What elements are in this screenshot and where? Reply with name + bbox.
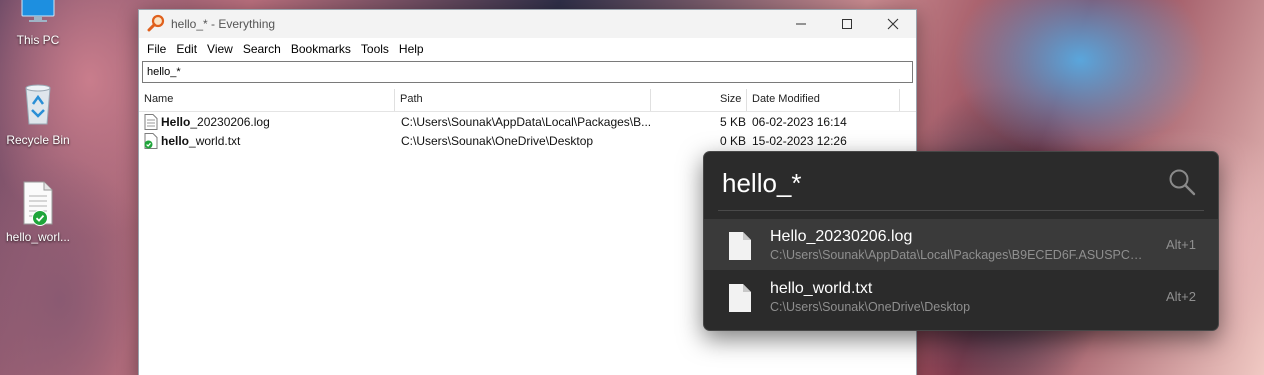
text-file-synced-icon (144, 133, 158, 152)
desktop-icon-label: This PC (16, 33, 60, 47)
desktop: This PC Recycle Bin hello_worl... hello_… (0, 0, 1264, 375)
result-path: C:\Users\Sounak\OneDrive\Desktop (770, 300, 971, 314)
quick-result-item[interactable]: Hello_20230206.log C:\Users\Sounak\AppDa… (704, 219, 1218, 270)
menu-help[interactable]: Help (394, 42, 429, 56)
result-shortcut: Alt+1 (1166, 237, 1196, 252)
sync-check-icon (32, 210, 48, 226)
menu-bookmarks[interactable]: Bookmarks (286, 42, 356, 56)
menu-file[interactable]: File (142, 42, 171, 56)
row-name: hello_world.txt (161, 134, 241, 148)
desktop-icon-label: hello_worl... (5, 230, 71, 244)
row-date: 06-02-2023 16:14 (752, 115, 847, 129)
quick-result-item[interactable]: hello_world.txt C:\Users\Sounak\OneDrive… (704, 271, 1218, 322)
menu-tools[interactable]: Tools (356, 42, 394, 56)
row-size: 0 KB (720, 134, 747, 148)
window-title: hello_* - Everything (171, 17, 276, 31)
table-row[interactable]: Hello_20230206.log C:\Users\Sounak\AppDa… (139, 113, 916, 132)
column-header: Name Path Size Date Modified (139, 89, 916, 112)
menu-edit[interactable]: Edit (171, 42, 202, 56)
column-size[interactable]: Size (720, 93, 741, 105)
result-title: Hello_20230206.log (770, 228, 913, 245)
result-shortcut: Alt+2 (1166, 289, 1196, 304)
divider (718, 210, 1204, 211)
desktop-icon-recycle-bin[interactable]: Recycle Bin (0, 82, 76, 147)
menu-search[interactable]: Search (238, 42, 286, 56)
text-file-icon (18, 180, 58, 226)
row-path: C:\Users\Sounak\AppData\Local\Packages\B… (401, 115, 652, 129)
result-title: hello_world.txt (770, 280, 873, 297)
results-list: Hello_20230206.log C:\Users\Sounak\AppDa… (139, 112, 916, 151)
menu-view[interactable]: View (202, 42, 238, 56)
magnifier-app-icon (147, 14, 165, 35)
recycle-bin-icon (0, 82, 76, 129)
search-input[interactable]: hello_* (142, 61, 913, 83)
column-name[interactable]: Name (144, 93, 173, 105)
row-path: C:\Users\Sounak\OneDrive\Desktop (401, 134, 594, 148)
title-bar[interactable]: hello_* - Everything (139, 10, 916, 38)
row-size: 5 KB (720, 115, 747, 129)
log-file-icon (144, 114, 158, 133)
maximize-button[interactable] (824, 10, 870, 38)
file-icon (728, 283, 752, 318)
quick-search-input[interactable]: hello_* (722, 168, 802, 199)
desktop-icon-hello-world[interactable]: hello_worl... (0, 180, 76, 244)
monitor-icon (0, 0, 76, 29)
row-date: 15-02-2023 12:26 (752, 134, 847, 148)
result-path: C:\Users\Sounak\AppData\Local\Packages\B… (770, 248, 1150, 262)
table-row[interactable]: hello_world.txt C:\Users\Sounak\OneDrive… (139, 132, 916, 151)
close-button[interactable] (870, 10, 916, 38)
column-path[interactable]: Path (400, 93, 423, 105)
search-icon[interactable] (1168, 168, 1196, 201)
column-date-modified[interactable]: Date Modified (752, 93, 820, 105)
file-icon (728, 231, 752, 266)
row-name: Hello_20230206.log (161, 115, 270, 129)
minimize-button[interactable] (778, 10, 824, 38)
menu-bar: File Edit View Search Bookmarks Tools He… (139, 38, 916, 60)
desktop-icon-label: Recycle Bin (6, 133, 70, 147)
quick-search-popup: hello_* Hello_20230206.log C:\Users\Soun… (703, 151, 1219, 331)
desktop-icon-this-pc[interactable]: This PC (0, 0, 76, 47)
